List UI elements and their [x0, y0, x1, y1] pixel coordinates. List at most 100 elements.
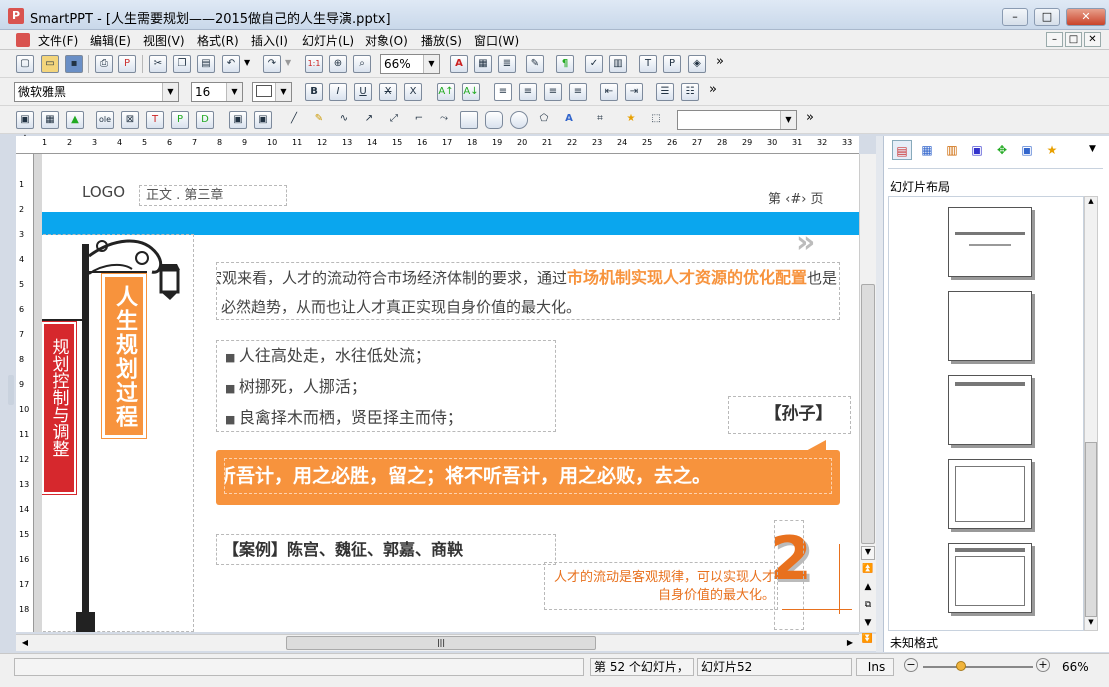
paste-icon[interactable]: ▤ — [197, 55, 215, 73]
arrow-icon[interactable]: ↗ — [360, 111, 378, 129]
scroll-down-icon[interactable]: ▼ — [861, 546, 875, 560]
toolbar-overflow-icon[interactable]: » — [806, 110, 814, 125]
case-label[interactable]: 【案例】陈宫、魏征、郭嘉、商鞅 — [216, 534, 556, 565]
image-icon[interactable]: ▲ — [66, 111, 84, 129]
effects-tab-icon[interactable]: ★ — [1042, 140, 1062, 160]
menu-edit[interactable]: 编辑(E) — [90, 32, 131, 49]
format-painter-icon[interactable]: ✎ — [526, 55, 544, 73]
chapter-label[interactable]: 正文 . 第三章 — [139, 185, 287, 206]
bullet-list-icon[interactable]: ☰ — [656, 83, 674, 101]
menu-object[interactable]: 对象(O) — [365, 32, 408, 49]
zoom-slider[interactable] — [923, 666, 1033, 668]
copy-slide-icon[interactable]: ⧉ — [861, 600, 875, 614]
toolbar-overflow-icon[interactable]: » — [716, 54, 724, 69]
bold-icon[interactable]: B — [305, 83, 323, 101]
quote-banner[interactable]: 听吾计，用之必胜，留之；将不听吾计，用之必败，去之。 — [216, 440, 840, 505]
maximize-button[interactable]: □ — [1034, 8, 1060, 26]
next-slide-icon[interactable]: ▼ — [861, 618, 875, 632]
menu-insert[interactable]: 插入(I) — [251, 32, 288, 49]
mdi-minimize-button[interactable]: – — [1046, 32, 1063, 47]
undo-icon[interactable]: ↶ — [222, 55, 240, 73]
selection-icon[interactable]: ⬚ — [647, 111, 665, 129]
outdent-icon[interactable]: ⇤ — [600, 83, 618, 101]
align-right-icon[interactable]: ≡ — [544, 83, 562, 101]
layout-list[interactable] — [888, 196, 1084, 631]
scroll-thumb[interactable] — [1085, 442, 1097, 617]
search-icon[interactable]: ⌕ — [353, 55, 371, 73]
layout-title-content[interactable] — [948, 543, 1032, 613]
wordart-icon[interactable]: A — [560, 111, 578, 129]
quote-author[interactable]: 【孙子】 — [728, 396, 851, 434]
zoom-in-icon[interactable]: + — [1036, 658, 1050, 672]
table-insert-icon[interactable]: ▦ — [41, 111, 59, 129]
menu-file[interactable]: 文件(F) — [38, 32, 78, 49]
fill-color-select[interactable]: ▼ — [252, 82, 292, 102]
connector-icon[interactable]: ⤢ — [385, 111, 403, 129]
panel-splitter[interactable] — [876, 136, 883, 652]
mdi-close-button[interactable]: ✕ — [1084, 32, 1101, 47]
zoom-out-icon[interactable]: − — [904, 658, 918, 672]
pdf-icon[interactable]: P — [118, 55, 136, 73]
intro-paragraph[interactable]: 宏观来看，人才的流动符合市场经济体制的要求，通过市场机制实现人才资源的优化配置也… — [216, 262, 840, 320]
actual-size-icon[interactable]: 1:1 — [305, 55, 323, 73]
crop-icon[interactable]: ⌗ — [591, 111, 609, 129]
ole-icon[interactable]: ole — [96, 111, 114, 129]
grow-font-icon[interactable]: A↑ — [437, 83, 455, 101]
menu-slide[interactable]: 幻灯片(L) — [302, 32, 354, 49]
menu-play[interactable]: 播放(S) — [421, 32, 462, 49]
elbow-connector-icon[interactable]: ⌐ — [410, 111, 428, 129]
curve-icon[interactable]: ∿ — [335, 111, 353, 129]
left-collapse-handle[interactable] — [8, 375, 14, 405]
print-icon[interactable]: ⎙ — [95, 55, 113, 73]
prev-slide-icon[interactable]: ▲ — [861, 582, 875, 596]
color-tab-icon[interactable]: ▥ — [942, 140, 962, 160]
star-icon[interactable]: ★ — [622, 111, 640, 129]
transition-tab-icon[interactable]: ✥ — [992, 140, 1012, 160]
layout-content[interactable] — [948, 459, 1032, 529]
align-center-icon[interactable]: ≡ — [519, 83, 537, 101]
shapes-icon[interactable]: ⬠ — [535, 111, 553, 129]
master-tab-icon[interactable]: ▣ — [967, 140, 987, 160]
panel-menu-icon[interactable]: ▼ — [1089, 144, 1096, 154]
panel-scrollbar[interactable]: ▲ ▼ — [1084, 196, 1098, 631]
next-slide-icon[interactable]: ⏬ — [859, 634, 876, 651]
shrink-font-icon[interactable]: A↓ — [462, 83, 480, 101]
new-icon[interactable]: ▢ — [16, 55, 34, 73]
redo-dropdown-icon[interactable]: ▼ — [285, 58, 291, 67]
copy-icon[interactable]: ❐ — [173, 55, 191, 73]
placeholder-icon[interactable]: P — [171, 111, 189, 129]
table-icon[interactable]: ▦ — [474, 55, 492, 73]
layout-blank[interactable] — [948, 291, 1032, 361]
template-icon[interactable]: T — [639, 55, 657, 73]
font-select[interactable]: 微软雅黑 ▼ — [14, 82, 179, 102]
page-number[interactable]: 第 ‹#› 页 — [768, 188, 824, 207]
vertical-scrollbar[interactable]: ▼ ⏫ ▲ ⧉ ▼ — [859, 154, 876, 632]
text-color-icon[interactable]: A — [450, 55, 468, 73]
rounded-rectangle-icon[interactable] — [485, 111, 503, 129]
horizontal-scrollbar[interactable]: ◀ ||| ▶ — [16, 634, 859, 651]
number-frame[interactable] — [774, 520, 804, 630]
menu-view[interactable]: 视图(V) — [143, 32, 185, 49]
scroll-left-icon[interactable]: ◀ — [18, 636, 32, 650]
indent-icon[interactable]: ⇥ — [625, 83, 643, 101]
clear-format-icon[interactable]: X — [404, 83, 422, 101]
align-left-icon[interactable]: ≡ — [494, 83, 512, 101]
frame-icon[interactable]: ⊠ — [121, 111, 139, 129]
group-icon[interactable]: ▣ — [229, 111, 247, 129]
zoom-select[interactable]: 66% ▼ — [380, 54, 440, 74]
slide-canvas[interactable]: LOGO 正文 . 第三章 第 ‹#› 页 » 人生规划过程 规划控制与调整 宏… — [42, 154, 859, 632]
line-icon[interactable]: ╱ — [285, 111, 303, 129]
menu-format[interactable]: 格式(R) — [197, 32, 239, 49]
undo-dropdown-icon[interactable]: ▼ — [244, 58, 250, 67]
design-tab-icon[interactable]: ▦ — [917, 140, 937, 160]
text-frame-icon[interactable]: T — [146, 111, 164, 129]
insert-mode[interactable]: Ins — [856, 658, 894, 676]
orange-sign[interactable]: 人生规划过程 — [101, 273, 147, 439]
save-icon[interactable]: ▪ — [65, 55, 83, 73]
bullet-list[interactable]: ■ 人往高处走，水往低处流； ■ 树挪死，人挪活； ■ 良禽择木而栖，贤臣择主而… — [216, 340, 556, 432]
underline-icon[interactable]: U — [354, 83, 372, 101]
justify-icon[interactable]: ≡ — [569, 83, 587, 101]
scroll-thumb[interactable]: ||| — [286, 636, 596, 650]
chart-icon[interactable]: ▥ — [609, 55, 627, 73]
scroll-down-icon[interactable]: ▼ — [1085, 618, 1097, 630]
